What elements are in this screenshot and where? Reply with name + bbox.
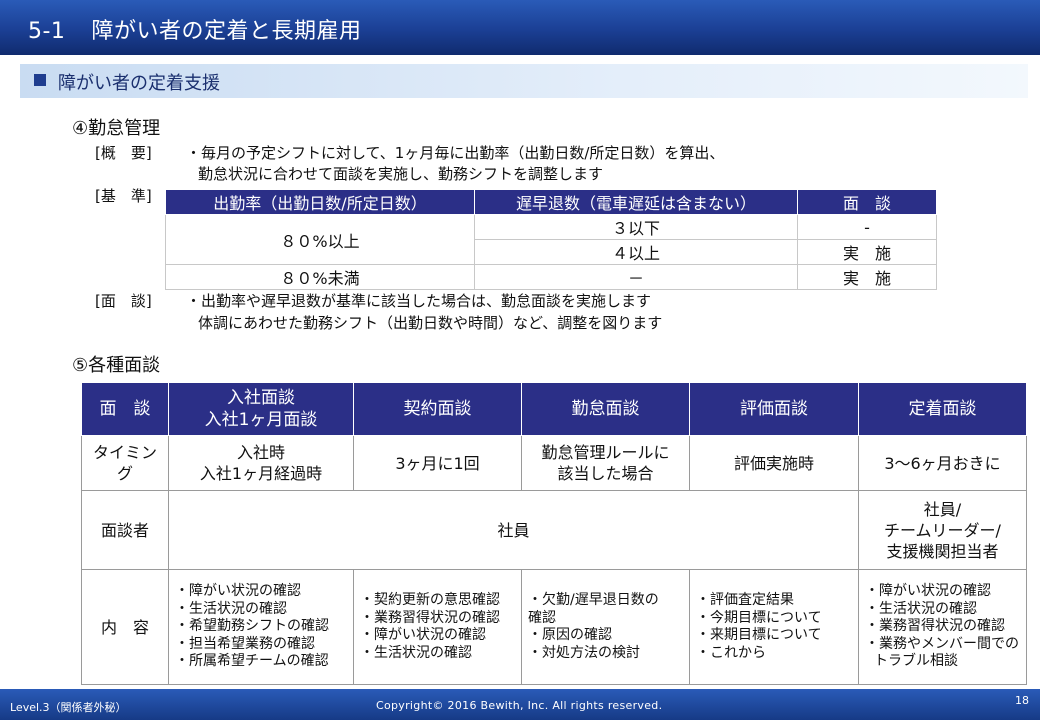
timing-cell: 3ヶ月に1回 — [353, 435, 522, 491]
timing-line: 入社1ヶ月経過時 — [199, 464, 323, 483]
list-item: ・原因の確認 — [528, 627, 612, 643]
interviewer-line: 社員/ — [923, 499, 962, 519]
list-item: ・生活状況の確認 — [360, 644, 472, 661]
timing-cell: 勤怠管理ルールに 該当した場合 — [521, 435, 690, 491]
content-cell-onboarding: ・障がい状況の確認 ・生活状況の確認 ・希望勤務シフトの確認 ・担当希望業務の確… — [168, 569, 354, 685]
list-item: ・今期目標について — [696, 609, 822, 626]
header-line: 入社面談 — [227, 388, 295, 408]
overview-label: [概 要] — [95, 144, 152, 162]
timing-line: 該当した場合 — [557, 464, 654, 483]
list-item: ・希望勤務シフトの確認 — [175, 618, 329, 635]
section-band: 障がい者の定着支援 — [20, 64, 1028, 98]
list-item: ・生活状況の確認 — [175, 600, 287, 617]
criteria-late-cell: － — [474, 264, 798, 290]
interview-label: [面 談] — [95, 292, 152, 310]
title-text: 障がい者の定着と長期雇用 — [91, 19, 362, 44]
interviews-heading: ⑤各種面談 — [72, 355, 161, 376]
list-item: トラブル相談 — [874, 653, 958, 670]
timing-row-header: タイミング — [81, 435, 169, 491]
interview-line-2: 体調にあわせた勤務シフト（出勤日数や時間）など、調整を図ります — [198, 314, 663, 332]
timing-cell: 入社時入社1ヶ月経過時 — [168, 435, 354, 491]
list-item: ・担当希望業務の確認 — [175, 635, 315, 652]
list-item: ・業務習得状況の確認 — [360, 609, 500, 626]
header-line: 入社1ヶ月面談 — [204, 410, 318, 430]
page-number: 18 — [1015, 694, 1029, 707]
criteria-label: [基 準] — [95, 187, 152, 205]
interviewer-row-header: 面談者 — [81, 490, 169, 570]
criteria-rate-cell: ８０%以上 — [165, 214, 475, 265]
criteria-header-late: 遅早退数（電車遅延は含まない） — [474, 189, 798, 215]
list-item: ・契約更新の意思確認 — [360, 592, 500, 608]
content-row-header: 内 容 — [81, 569, 169, 685]
section-title: 障がい者の定着支援 — [58, 73, 220, 94]
criteria-late-cell: ３以下 — [474, 214, 798, 240]
list-item: ・業務習得状況の確認 — [865, 618, 1005, 635]
list-item: ・これから — [696, 644, 766, 661]
overview-line-2: 勤怠状況に合わせて面談を実施し、勤務シフトを調整します — [198, 165, 604, 183]
criteria-header-rate: 出勤率（出勤日数/所定日数） — [165, 189, 475, 215]
timing-cell: 3～6ヶ月おきに — [858, 435, 1027, 491]
column-header-onboarding: 入社面談 入社1ヶ月面談 — [168, 382, 354, 436]
list-item: ・欠勤/遅早退日数の — [528, 592, 659, 608]
title-bar: 5-1 障がい者の定着と長期雇用 — [0, 0, 1040, 55]
interview-line-1: ・出勤率や遅早退数が基準に該当した場合は、勤怠面談を実施します — [186, 292, 652, 310]
interview-types-table: 面 談 入社面談 入社1ヶ月面談 契約面談 勤怠面談 評価面談 定着面談 タイミン… — [81, 382, 1027, 685]
corner-header: 面 談 — [81, 382, 169, 436]
criteria-interview-cell: 実 施 — [797, 239, 937, 265]
timing-line: 勤怠管理ルールに — [541, 443, 670, 462]
confidentiality-level: Level.3（関係者外秘） — [10, 701, 127, 714]
overview-line-1: ・毎月の予定シフトに対して、1ヶ月毎に出勤率（出勤日数/所定日数）を算出、 — [186, 144, 725, 162]
attendance-heading: ④勤怠管理 — [72, 118, 161, 139]
list-item: ・障がい状況の確認 — [175, 583, 301, 600]
list-item: ・障がい状況の確認 — [865, 583, 991, 600]
list-item: ・業務やメンバー間での — [865, 635, 1019, 652]
content-cell-attendance: ・欠勤/遅早退日数の 確認 ・原因の確認 ・対処方法の検討 — [521, 569, 690, 685]
criteria-interview-cell: - — [797, 214, 937, 240]
criteria-rate-cell: ８０%未満 — [165, 264, 475, 290]
interviewer-retention-cell: 社員/チームリーダー/支援機関担当者 — [858, 490, 1027, 570]
list-item: ・生活状況の確認 — [865, 600, 977, 617]
list-item: ・来期目標について — [696, 627, 822, 643]
column-header-contract: 契約面談 — [353, 382, 522, 436]
interviewer-common-cell: 社員 — [168, 490, 859, 570]
criteria-table: 出勤率（出勤日数/所定日数） 遅早退数（電車遅延は含まない） 面 談 ８０%以上… — [165, 189, 937, 290]
footer-bar: Level.3（関係者外秘） Copyright© 2016 Bewith, I… — [0, 689, 1040, 720]
list-item: ・所属希望チームの確認 — [175, 653, 329, 670]
content-cell-retention: ・障がい状況の確認 ・生活状況の確認 ・業務習得状況の確認 ・業務やメンバー間で… — [858, 569, 1027, 685]
criteria-interview-cell: 実 施 — [797, 264, 937, 290]
list-item: 確認 — [528, 609, 556, 626]
content-cell-evaluation: ・評価査定結果 ・今期目標について ・来期目標について ・これから — [689, 569, 859, 685]
interviewer-line: チームリーダー/ — [884, 520, 1001, 540]
section-number: 5-1 — [28, 19, 66, 44]
timing-line: 入社時 — [236, 443, 285, 462]
page-title: 5-1 障がい者の定着と長期雇用 — [28, 13, 361, 45]
criteria-late-cell: ４以上 — [474, 239, 798, 265]
column-header-attendance: 勤怠面談 — [521, 382, 690, 436]
criteria-header-interview: 面 談 — [797, 189, 937, 215]
list-item: ・障がい状況の確認 — [360, 627, 486, 643]
column-header-retention: 定着面談 — [858, 382, 1027, 436]
interviewer-line: 支援機関担当者 — [886, 541, 999, 561]
copyright-text: Copyright© 2016 Bewith, Inc. All rights … — [376, 699, 663, 712]
square-bullet-icon — [34, 74, 46, 86]
timing-cell: 評価実施時 — [689, 435, 859, 491]
list-item: ・評価査定結果 — [696, 592, 794, 608]
content-cell-contract: ・契約更新の意思確認 ・業務習得状況の確認 ・障がい状況の確認 ・生活状況の確認 — [353, 569, 522, 685]
column-header-evaluation: 評価面談 — [689, 382, 859, 436]
list-item: ・対処方法の検討 — [528, 644, 640, 661]
